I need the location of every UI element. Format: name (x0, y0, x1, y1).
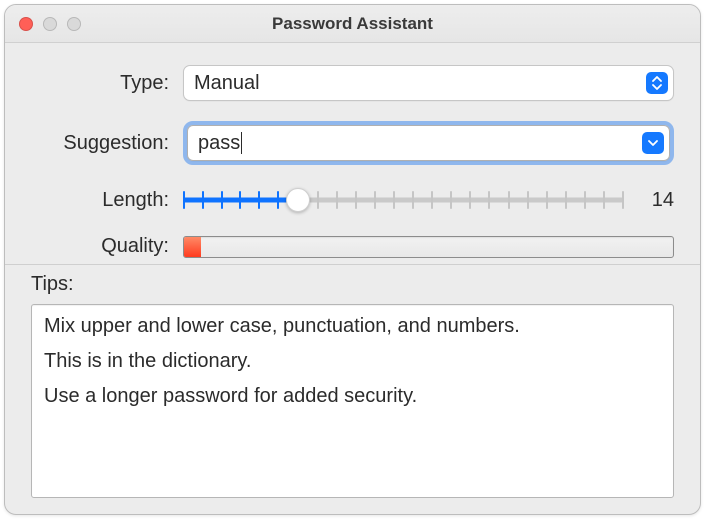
titlebar: Password Assistant (5, 5, 700, 43)
close-window-button[interactable] (19, 17, 33, 31)
suggestion-combo[interactable]: pass (187, 125, 670, 161)
slider-ticks-active (183, 191, 298, 209)
password-assistant-window: Password Assistant Type: Manual Suggesti… (4, 4, 701, 515)
minimize-window-button[interactable] (43, 17, 57, 31)
suggestion-label: Suggestion: (31, 132, 169, 155)
window-controls (19, 5, 81, 42)
zoom-window-button[interactable] (67, 17, 81, 31)
chevron-down-icon (648, 139, 658, 147)
slider-ticks-inactive (298, 191, 624, 209)
type-label: Type: (31, 72, 169, 95)
type-value: Manual (194, 72, 260, 95)
length-value: 14 (638, 189, 674, 212)
suggestion-dropdown-button[interactable] (642, 132, 664, 154)
quality-meter-fill (184, 237, 201, 257)
popup-indicator (646, 72, 668, 94)
slider-thumb[interactable] (286, 188, 310, 212)
quality-label: Quality: (31, 235, 169, 258)
length-label: Length: (31, 189, 169, 212)
tip-line: Mix upper and lower case, punctuation, a… (44, 315, 661, 338)
tip-line: Use a longer password for added security… (44, 385, 661, 408)
length-slider[interactable] (183, 185, 624, 215)
chevron-up-down-icon (652, 76, 662, 90)
suggestion-input[interactable]: pass (198, 132, 242, 154)
window-title: Password Assistant (5, 14, 700, 34)
type-popup[interactable]: Manual (183, 65, 674, 101)
tips-box: Mix upper and lower case, punctuation, a… (31, 304, 674, 498)
tips-label: Tips: (31, 273, 674, 296)
tip-line: This is in the dictionary. (44, 350, 661, 373)
quality-meter (183, 236, 674, 258)
